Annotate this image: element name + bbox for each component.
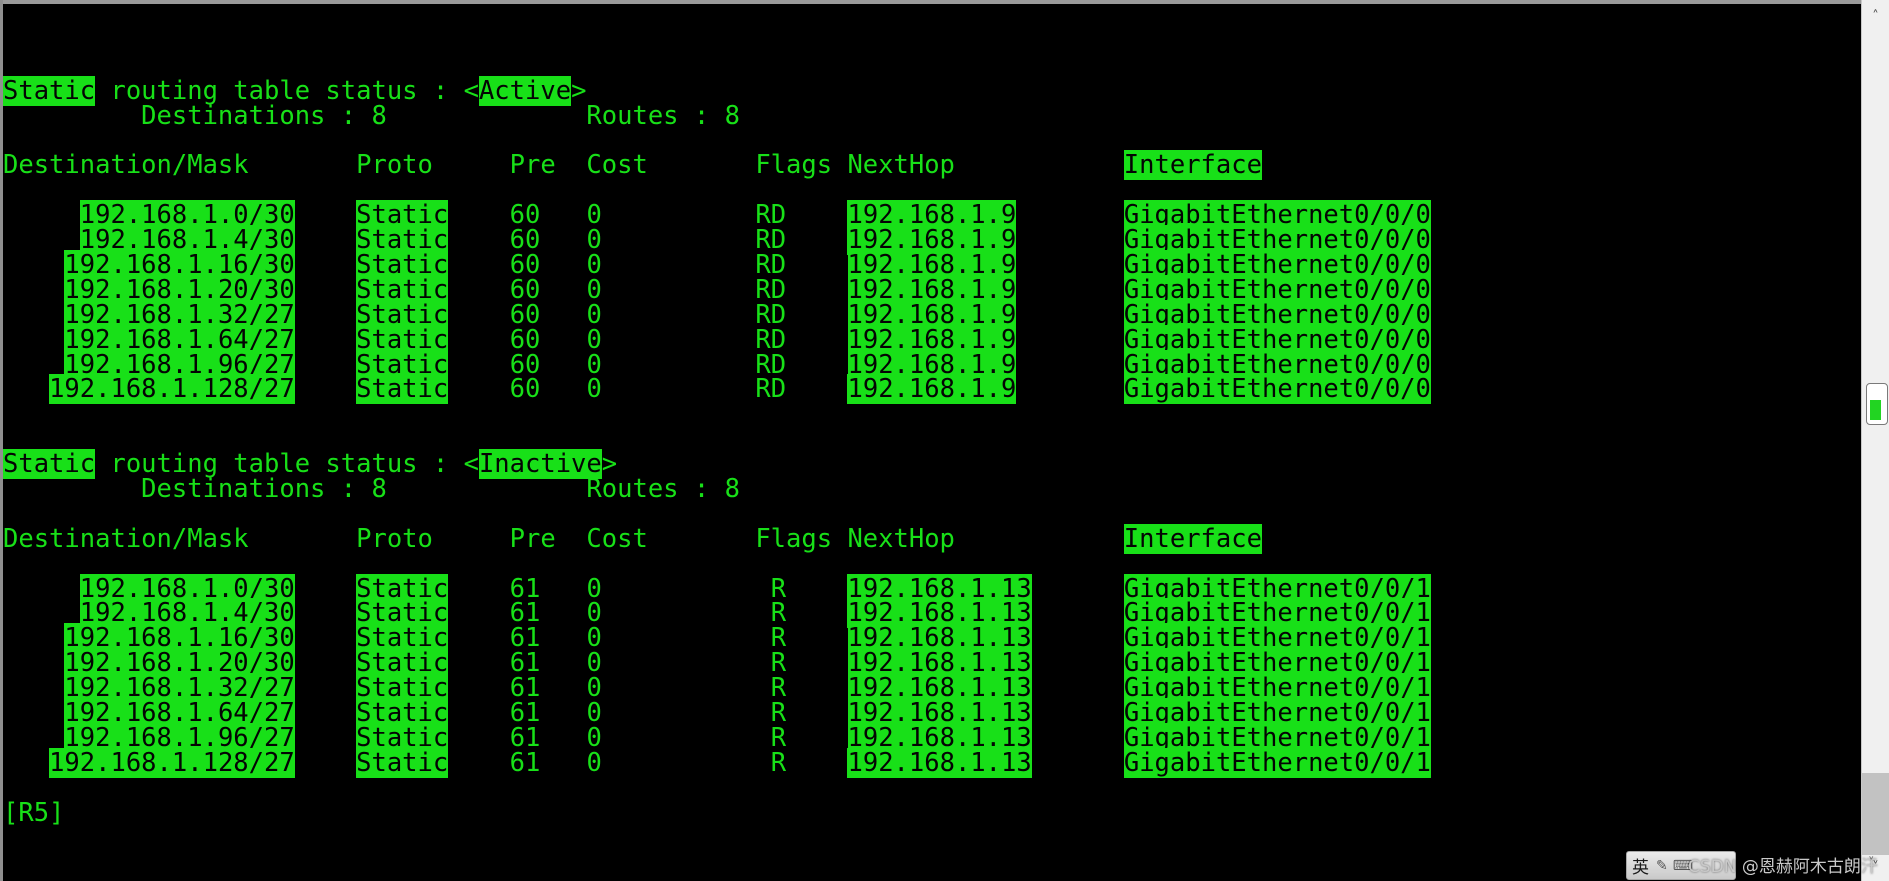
table-row: 192.168.1.32/27 Static 60 0 RD 192.168.1… [64,299,1431,330]
vertical-scrollbar[interactable]: ˄ ˅ [1861,0,1889,881]
interface-column-header: Interface [1123,523,1262,554]
route-destination: 192.168.1.128/27 [49,374,295,405]
csdn-watermark: CSDN @恩赫阿木古朗汗 [1688,857,1878,877]
ime-expand-chevron-icon: ˅ [1868,856,1875,871]
scrollbar-position-marker [1870,400,1881,420]
table-row: 192.168.1.20/30 Static 60 0 RD 192.168.1… [64,274,1431,305]
scroll-up-arrow-icon[interactable]: ˄ [1862,4,1889,30]
route-nexthop: 192.168.1.13 [847,747,1032,778]
route-destination: 192.168.1.128/27 [49,747,295,778]
route-interface: GigabitEthernet0/0/1 [1123,747,1431,778]
ime-pen-icon[interactable]: ✎ [1656,858,1668,874]
interface-column-header: Interface [1123,150,1262,181]
table-row: 192.168.1.128/27 Static 60 0 RD 192.168.… [49,374,1431,405]
route-proto: Static [356,747,449,778]
routing-table-summary-line: Destinations : 8 Routes : 8 [141,100,740,131]
terminal-window: Static routing table status : <Active> D… [0,0,1889,881]
command-prompt[interactable]: [R5] [3,800,1858,826]
route-nexthop: 192.168.1.9 [847,374,1017,405]
table-header-row: Destination/Mask Proto Pre Cost Flags Ne… [3,523,1262,554]
scrollbar-track-lower[interactable] [1862,773,1889,855]
ime-mode-label[interactable]: 英 [1632,853,1649,878]
table-row: 192.168.1.64/27 Static 60 0 RD 192.168.1… [64,324,1431,355]
table-row: 192.168.1.128/27 Static 61 0 R 192.168.1… [49,747,1431,778]
route-interface: GigabitEthernet0/0/0 [1123,374,1431,405]
terminal-output[interactable]: Static routing table status : <Active> D… [3,4,1858,881]
routing-table-summary-line: Destinations : 8 Routes : 8 [141,473,740,504]
table-header-row: Destination/Mask Proto Pre Cost Flags Ne… [3,150,1262,181]
route-proto: Static [356,374,449,405]
